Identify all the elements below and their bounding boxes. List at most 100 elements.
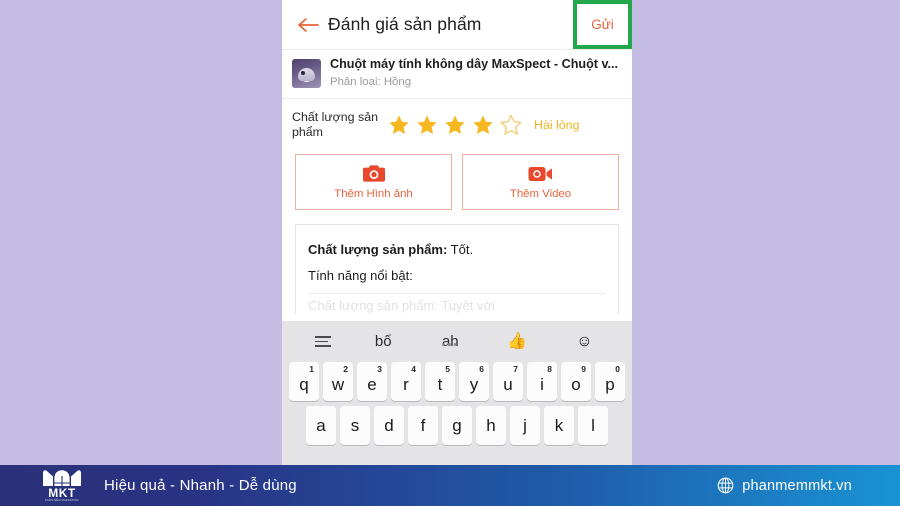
key-t-label: t xyxy=(437,375,443,394)
mkt-logo-text: MKT xyxy=(48,485,76,500)
smiley-emoji[interactable]: ☺ xyxy=(551,332,618,350)
key-q[interactable]: 1q xyxy=(289,362,319,401)
key-g[interactable]: g xyxy=(442,406,472,445)
review-line-2: Tính năng nổi bật: xyxy=(308,268,413,283)
mkt-logo-mark xyxy=(43,469,81,486)
key-d-label: d xyxy=(384,416,394,435)
footer-bar: MKT PHẦN MỀM MARKETING Hiệu quả - Nhanh … xyxy=(0,465,900,506)
key-w-number: 2 xyxy=(343,364,348,374)
back-arrow-icon[interactable] xyxy=(288,17,328,33)
send-button-highlight: Gửi xyxy=(573,0,632,49)
mkt-logo: MKT PHẦN MỀM MARKETING xyxy=(34,469,90,503)
review-line-1-rest: Tốt. xyxy=(447,242,474,257)
key-h-label: h xyxy=(486,416,496,435)
key-g-label: g xyxy=(452,416,462,435)
key-p[interactable]: 0p xyxy=(595,362,625,401)
key-i[interactable]: 8i xyxy=(527,362,557,401)
key-u[interactable]: 7u xyxy=(493,362,523,401)
star-empty-icon[interactable] xyxy=(500,114,522,136)
suggestion-ah[interactable]: ah ••• xyxy=(417,333,484,351)
key-e-label: e xyxy=(367,375,377,394)
app-bar: Đánh giá sản phẩm Gửi xyxy=(282,0,632,50)
review-line-1-bold: Chất lượng sản phẩm: xyxy=(308,242,448,257)
hamburger-menu-icon[interactable] xyxy=(296,336,350,347)
key-f[interactable]: f xyxy=(408,406,438,445)
keyboard-row-2: as d f g h j k l xyxy=(282,406,632,445)
key-y[interactable]: 6y xyxy=(459,362,489,401)
key-r[interactable]: 4r xyxy=(391,362,421,401)
key-j[interactable]: j xyxy=(510,406,540,445)
key-i-label: i xyxy=(540,375,544,394)
add-photo-button[interactable]: Thêm Hình ảnh xyxy=(295,154,452,210)
product-row[interactable]: Chuột máy tính không dây MaxSpect - Chuộ… xyxy=(282,50,632,99)
review-line-1: Chất lượng sản phẩm: Tốt. xyxy=(308,237,606,263)
keyboard-row-1: 1q2w3e4r5t6y7u8i9o0p xyxy=(282,362,632,401)
footer-website[interactable]: phanmemmkt.vn xyxy=(717,477,852,494)
media-buttons: Thêm Hình ảnh Thêm Video xyxy=(282,152,632,224)
product-title: Chuột máy tính không dây MaxSpect - Chuộ… xyxy=(330,57,619,71)
key-e-number: 3 xyxy=(377,364,382,374)
smiley-glyph: ☺ xyxy=(576,332,593,350)
key-p-label: p xyxy=(605,375,615,394)
add-video-button[interactable]: Thêm Video xyxy=(462,154,619,210)
add-photo-label: Thêm Hình ảnh xyxy=(334,188,413,200)
star-filled-icon[interactable] xyxy=(472,114,494,136)
key-t-number: 5 xyxy=(445,364,450,374)
video-camera-icon xyxy=(528,166,552,181)
suggestion-bar: bố ah ••• 👍 ☺ xyxy=(282,321,632,362)
key-l[interactable]: l xyxy=(578,406,608,445)
key-y-number: 6 xyxy=(479,364,484,374)
key-i-number: 8 xyxy=(547,364,552,374)
star-filled-icon[interactable] xyxy=(388,114,410,136)
review-line-3-partial: Chất lượng sản phẩm: Tuyệt vời xyxy=(308,298,495,313)
key-u-label: u xyxy=(503,375,513,394)
globe-icon xyxy=(717,477,734,494)
key-j-label: j xyxy=(523,416,527,435)
phone-screen: Đánh giá sản phẩm Gửi Chuột máy tính khô… xyxy=(282,0,632,466)
key-q-label: q xyxy=(299,375,309,394)
suggestion-more-dots: ••• xyxy=(441,339,460,351)
key-o-label: o xyxy=(571,375,581,394)
camera-icon xyxy=(362,165,385,182)
footer-website-label: phanmemmkt.vn xyxy=(742,477,852,494)
key-s-label: s xyxy=(350,416,360,435)
product-thumbnail xyxy=(292,58,321,88)
key-k-label: k xyxy=(554,416,564,435)
add-video-label: Thêm Video xyxy=(509,187,572,200)
star-filled-icon[interactable] xyxy=(444,114,466,136)
key-l-label: l xyxy=(591,416,595,435)
thumbs-up-emoji[interactable]: 👍 xyxy=(484,332,551,350)
key-w[interactable]: 2w xyxy=(323,362,353,401)
product-info: Chuột máy tính không dây MaxSpect - Chuộ… xyxy=(330,57,622,89)
suggestion-bo-label: bố xyxy=(374,333,392,350)
virtual-keyboard: bố ah ••• 👍 ☺ 1q2w3e4r5t6y7u8i9o0p asdfg… xyxy=(282,321,632,466)
key-d[interactable]: d xyxy=(374,406,404,445)
key-o[interactable]: 9o xyxy=(561,362,591,401)
key-q-number: 1 xyxy=(309,364,314,374)
key-p-number: 0 xyxy=(615,364,620,374)
star-rating[interactable] xyxy=(388,114,522,136)
rating-row: Chất lượng sản phẩm Hài lòng xyxy=(282,99,632,152)
key-r-label: r xyxy=(403,375,409,394)
suggestion-bo[interactable]: bố xyxy=(350,333,417,350)
key-f-label: f xyxy=(420,416,426,435)
footer-tagline: Hiệu quả - Nhanh - Dễ dùng xyxy=(104,477,297,494)
satisfaction-label: Hài lòng xyxy=(534,118,580,132)
key-h[interactable]: h xyxy=(476,406,506,445)
key-r-number: 4 xyxy=(411,364,416,374)
key-a[interactable]: a xyxy=(306,406,336,445)
thumbs-up-glyph: 👍 xyxy=(507,332,528,350)
send-button[interactable]: Gửi xyxy=(591,17,614,32)
key-e[interactable]: 3e xyxy=(357,362,387,401)
mkt-logo-subtitle: PHẦN MỀM MARKETING xyxy=(45,498,79,502)
key-o-number: 9 xyxy=(581,364,586,374)
key-k[interactable]: k xyxy=(544,406,574,445)
review-textarea[interactable]: Chất lượng sản phẩm: Tốt. Tính năng nổi … xyxy=(295,224,619,314)
star-filled-icon[interactable] xyxy=(416,114,438,136)
key-t[interactable]: 5t xyxy=(425,362,455,401)
product-variant: Phân loại: Hồng xyxy=(330,76,412,88)
key-s[interactable]: s xyxy=(340,406,370,445)
key-u-number: 7 xyxy=(513,364,518,374)
rating-label: Chất lượng sản phẩm xyxy=(292,110,378,139)
key-w-label: w xyxy=(331,375,345,394)
